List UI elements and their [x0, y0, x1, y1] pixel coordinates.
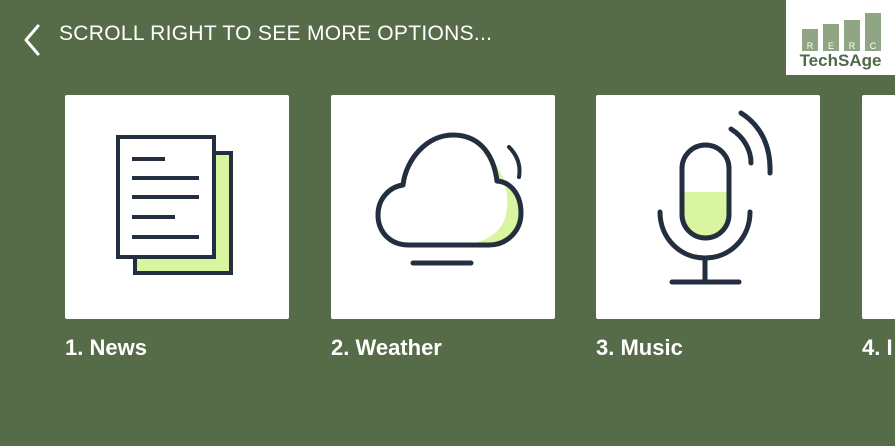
logo-bar-letter: C	[870, 41, 877, 51]
logo-text: TechSAge	[799, 51, 882, 70]
techsage-logo: R E R C TechSAge	[786, 0, 895, 75]
news-document-icon	[116, 135, 233, 275]
microphone-icon	[657, 110, 773, 285]
cloud-weather-icon	[375, 132, 524, 266]
fourth-option-label: 4. I	[862, 335, 893, 360]
weather-card[interactable]	[331, 95, 555, 319]
logo-bar-letter: R	[849, 41, 856, 51]
news-label: 1. News	[65, 335, 147, 360]
header: SCROLL RIGHT TO SEE MORE OPTIONS... R E R C…	[0, 0, 895, 80]
logo-bar-letter: R	[807, 41, 814, 51]
weather-label: 2. Weather	[331, 335, 442, 360]
back-button[interactable]	[18, 22, 48, 58]
logo-bar-letter: E	[828, 41, 834, 51]
news-card[interactable]	[65, 95, 289, 319]
chevron-left-icon	[24, 24, 40, 56]
music-card[interactable]	[596, 95, 820, 319]
fourth-option-card[interactable]	[862, 95, 895, 319]
page-title: SCROLL RIGHT TO SEE MORE OPTIONS...	[59, 22, 493, 45]
music-label: 3. Music	[596, 335, 683, 360]
options-carousel[interactable]: 1. News 2. Weather 3. Music 4. I	[0, 95, 895, 375]
